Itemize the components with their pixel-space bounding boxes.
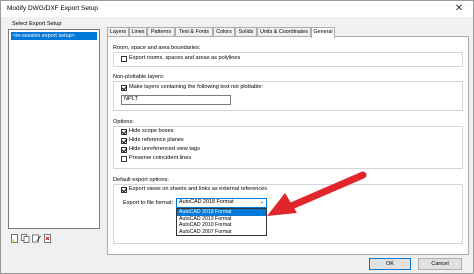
hide-scope-boxes-label: Hide scope boxes — [129, 128, 174, 134]
ok-button[interactable]: OK — [369, 258, 411, 270]
file-format-select[interactable]: AutoCAD 2018 Format ⌄ — [176, 198, 267, 208]
rename-setup-icon[interactable] — [32, 234, 41, 243]
hide-unreferenced-tags-checkbox[interactable] — [121, 147, 127, 153]
room-group-title: Room, space and area boundaries: — [113, 45, 201, 51]
delete-setup-icon[interactable] — [43, 234, 52, 243]
new-setup-icon[interactable] — [10, 234, 19, 243]
export-polylines-label: Export rooms, spaces and areas as polyli… — [129, 55, 241, 61]
file-format-dropdown: AutoCAD 2018 Format AutoCAD 2013 Format … — [176, 208, 267, 236]
close-icon[interactable]: ✕ — [453, 3, 465, 15]
cancel-button[interactable]: Cancel — [418, 258, 462, 270]
format-option-2007[interactable]: AutoCAD 2007 Format — [177, 229, 266, 236]
list-item[interactable]: <in-session export setup> — [11, 32, 97, 40]
file-format-label: Export to file format: — [123, 200, 174, 206]
preserve-coincident-lines-checkbox[interactable] — [121, 156, 127, 162]
setup-toolbar — [10, 234, 52, 243]
hide-reference-planes-checkbox[interactable] — [121, 138, 127, 144]
file-format-selected: AutoCAD 2018 Format — [179, 199, 234, 205]
preserve-coincident-lines-label: Preserve coincident lines — [129, 155, 192, 161]
annotation-arrow-icon — [267, 171, 367, 216]
export-setup-list[interactable]: <in-session export setup> — [8, 29, 100, 229]
export-setup-dialog: Modify DWG/DXF Export Setup ✕ Select Exp… — [0, 0, 474, 274]
default-export-group-title: Default export options: — [113, 177, 169, 183]
nonplot-group-title: Non-plottable layers: — [113, 74, 165, 80]
make-nonplottable-checkbox[interactable] — [121, 85, 127, 91]
duplicate-setup-icon[interactable] — [21, 234, 30, 243]
nonplot-text-field[interactable]: NPLT — [121, 95, 231, 105]
window-title: Modify DWG/DXF Export Setup — [7, 5, 99, 12]
hide-unreferenced-tags-label: Hide unreferenced view tags — [129, 146, 200, 152]
hide-scope-boxes-checkbox[interactable] — [121, 129, 127, 135]
tab-general[interactable]: General — [311, 27, 335, 38]
options-group-title: Options: — [113, 119, 134, 125]
export-views-xref-label: Export views on sheets and links as exte… — [129, 186, 268, 192]
title-bar: Modify DWG/DXF Export Setup ✕ — [1, 1, 473, 17]
make-nonplottable-label: Make layers containing the following tex… — [129, 84, 264, 90]
select-setup-label: Select Export Setup — [12, 21, 62, 27]
export-views-xref-checkbox[interactable] — [121, 187, 127, 193]
export-polylines-checkbox[interactable] — [121, 56, 127, 62]
hide-reference-planes-label: Hide reference planes — [129, 137, 184, 143]
